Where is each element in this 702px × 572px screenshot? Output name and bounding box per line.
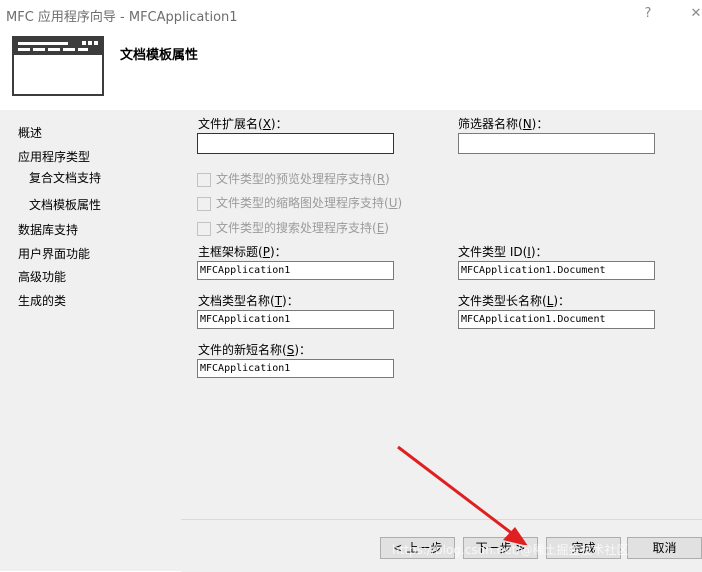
annotation-arrow — [397, 445, 528, 546]
watermark-text: https://blog.csdn.net/@稀土掘金技术社区 — [392, 543, 629, 557]
